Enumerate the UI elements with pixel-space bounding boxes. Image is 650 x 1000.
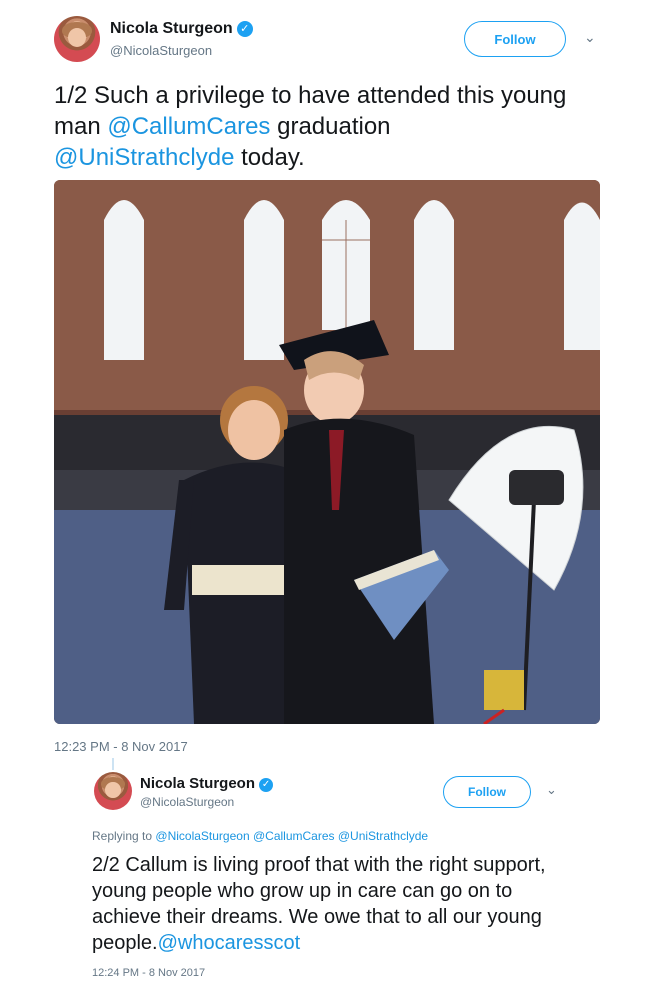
replying-to-nicolasturgeon[interactable]: @NicolaSturgeon xyxy=(155,829,249,843)
reply-avatar[interactable] xyxy=(94,772,132,810)
replying-to: Replying to @NicolaSturgeon @CallumCares… xyxy=(92,829,428,843)
author-name-text: Nicola Sturgeon xyxy=(110,20,233,37)
tweet-photo[interactable] xyxy=(54,180,600,724)
tweet-text-post: today. xyxy=(234,144,305,171)
mention-unistrathclyde[interactable]: @UniStrathclyde xyxy=(54,144,234,171)
author-handle[interactable]: @NicolaSturgeon xyxy=(110,43,212,58)
reply-follow-button[interactable]: Follow xyxy=(443,776,531,808)
reply-timestamp[interactable]: 12:24 PM - 8 Nov 2017 xyxy=(92,967,205,979)
reply-author-name-text: Nicola Sturgeon xyxy=(140,775,256,792)
reply-tweet-text: 2/2 Callum is living proof that with the… xyxy=(92,852,552,956)
reply-chevron-down-icon[interactable]: ⌄ xyxy=(546,782,557,798)
chevron-down-icon[interactable]: ⌄ xyxy=(584,29,596,46)
avatar[interactable] xyxy=(54,16,100,62)
reply-author-handle[interactable]: @NicolaSturgeon xyxy=(140,795,234,809)
tweet-text-mid: graduation xyxy=(270,113,391,140)
avatar-face xyxy=(67,27,87,48)
verified-badge-icon: ✓ xyxy=(236,21,253,37)
replying-to-unistrathclyde[interactable]: @UniStrathclyde xyxy=(338,829,428,843)
reply-author-name[interactable]: Nicola Sturgeon ✓ xyxy=(140,775,274,792)
replying-to-label: Replying to xyxy=(92,829,153,843)
photo-illustration xyxy=(54,180,600,724)
verified-badge-icon: ✓ xyxy=(259,778,274,792)
tweet-timestamp[interactable]: 12:23 PM - 8 Nov 2017 xyxy=(54,739,188,754)
follow-button[interactable]: Follow xyxy=(464,21,566,57)
thread-connector xyxy=(112,758,114,770)
mention-callumcares[interactable]: @CallumCares xyxy=(107,113,270,140)
mention-whocaresscot[interactable]: @whocaresscot xyxy=(158,932,301,954)
reply-avatar-face xyxy=(105,781,121,798)
tweet-text: 1/2 Such a privilege to have attended th… xyxy=(54,80,574,173)
replying-to-callumcares[interactable]: @CallumCares xyxy=(253,829,335,843)
author-name[interactable]: Nicola Sturgeon ✓ xyxy=(110,20,253,38)
